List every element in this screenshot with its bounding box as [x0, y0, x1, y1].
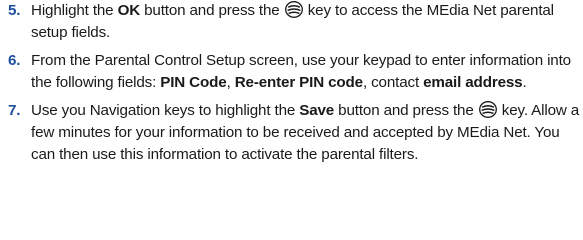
- step-text: ,: [226, 73, 235, 91]
- step-7: 7. Use you Navigation keys to highlight …: [8, 100, 580, 165]
- step-number: 5.: [8, 2, 21, 19]
- email-field-label: email address: [423, 73, 523, 91]
- step-number: 6.: [8, 52, 21, 70]
- step-text: button and press the: [334, 102, 478, 120]
- select-key-icon: [478, 101, 497, 119]
- instruction-steps: 5. Highlight the OK button and press the…: [8, 0, 580, 165]
- step-number: 7.: [8, 102, 21, 120]
- pin-code-field-label: PIN Code: [160, 73, 227, 91]
- step-text: .: [522, 73, 527, 91]
- select-key-icon: [284, 1, 303, 18]
- step-6: 6. From the Parental Control Setup scree…: [8, 50, 580, 93]
- ok-button-label: OK: [117, 2, 141, 19]
- save-button-label: Save: [299, 102, 335, 120]
- step-text: button and press the: [140, 2, 284, 19]
- step-text: Use you Navigation keys to highlight the: [31, 102, 300, 120]
- step-text: Highlight the: [31, 2, 118, 19]
- step-5: 5. Highlight the OK button and press the…: [8, 0, 580, 43]
- step-text: , contact: [362, 73, 424, 91]
- reenter-pin-field-label: Re-enter PIN code: [234, 73, 363, 91]
